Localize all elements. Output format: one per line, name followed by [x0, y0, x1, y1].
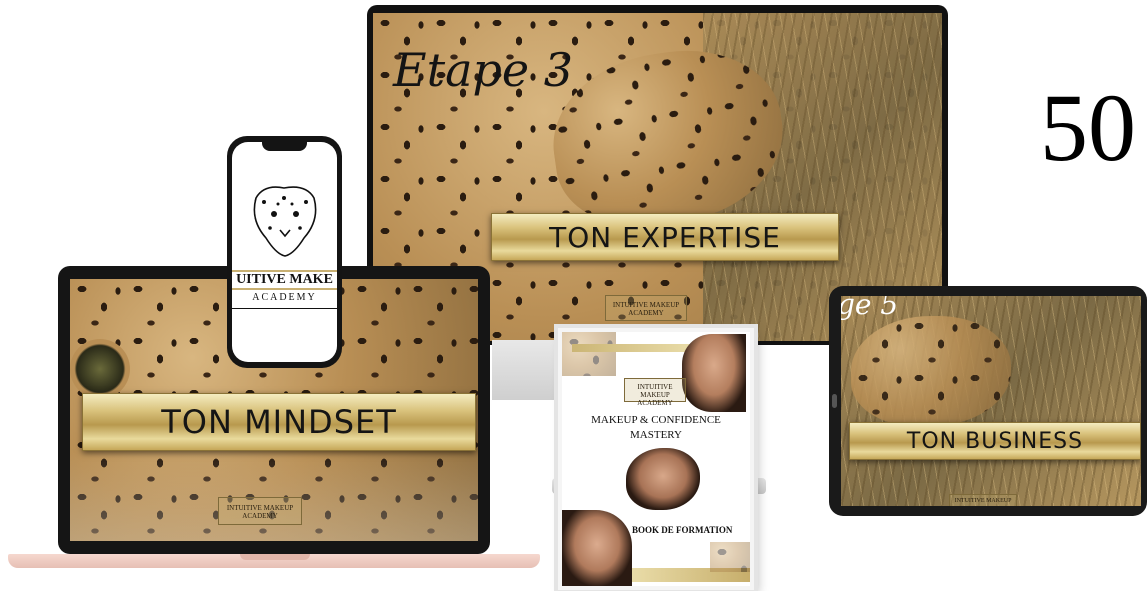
tablet: ge 5 TON BUSINESS INTUITIVE MAKEUP [829, 286, 1147, 516]
side-number: 50 [1040, 74, 1136, 181]
book-photo-bottom [562, 510, 632, 586]
phone-notch [262, 142, 307, 151]
phone-brand-line2: ACADEMY [252, 292, 317, 303]
tablet-camera [832, 394, 837, 408]
book-subtitle: BOOK DE FORMATION [632, 525, 733, 535]
phone: UITIVE MAKE ACADEMY [227, 136, 342, 368]
monitor-script-label: Etape 3 [393, 43, 574, 97]
book-photo-top [682, 334, 746, 412]
book: INTUITIVE MAKEUP ACADEMY MAKEUP & CONFID… [558, 328, 754, 590]
book-photo-middle [626, 448, 700, 510]
laptop-banner: TON MINDSET [82, 393, 476, 451]
monitor-logo-line1: INTUITIVE MAKEUP [612, 301, 680, 309]
tablet-logo: INTUITIVE MAKEUP [949, 494, 1017, 506]
book-corner-pattern [562, 332, 616, 376]
leopard-logo-icon [253, 186, 317, 257]
tablet-leopard-image [851, 316, 1011, 426]
laptop-logo-line2: ACADEMY [242, 512, 278, 520]
laptop-logo-line1: INTUITIVE MAKEUP [226, 504, 294, 512]
tablet-screen: ge 5 TON BUSINESS INTUITIVE MAKEUP [841, 296, 1141, 506]
book-cover: INTUITIVE MAKEUP ACADEMY MAKEUP & CONFID… [562, 332, 750, 586]
monitor-banner: TON EXPERTISE [491, 213, 839, 261]
tablet-script-label: ge 5 [841, 296, 899, 321]
phone-screen: UITIVE MAKE ACADEMY [232, 142, 337, 362]
tablet-banner: TON BUSINESS [849, 422, 1141, 460]
book-title-line2: MASTERY [630, 429, 682, 441]
book-title-line1: MAKEUP & CONFIDENCE [591, 414, 721, 426]
phone-brand-line1: UITIVE MAKE [232, 270, 337, 290]
book-logo-line1: INTUITIVE MAKEUP [637, 383, 673, 399]
monitor-logo-line2: ACADEMY [628, 309, 664, 317]
book-logo: INTUITIVE MAKEUP ACADEMY [624, 378, 686, 407]
book-logo-line2: ACADEMY [637, 399, 673, 407]
laptop-logo: INTUITIVE MAKEUP ACADEMY [218, 497, 302, 525]
book-corner-pattern-bottom [710, 542, 750, 572]
monitor-logo: INTUITIVE MAKEUP ACADEMY [605, 295, 687, 321]
